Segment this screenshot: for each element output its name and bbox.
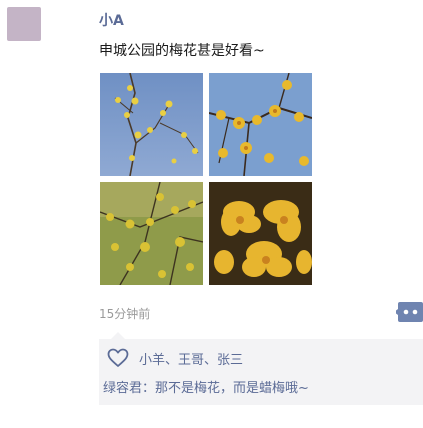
comment-author[interactable]: 绿容君 <box>103 381 142 396</box>
heart-icon <box>107 348 129 368</box>
moments-post: 小A 申城公园的梅花甚是好看~ 15分钟前 小羊、王哥、张三 绿容君：那不是梅花… <box>0 0 423 428</box>
photo-grid <box>100 73 312 285</box>
post-username[interactable]: 小A <box>99 10 124 30</box>
post-timestamp: 15分钟前 <box>99 307 151 321</box>
photo-2[interactable] <box>209 73 312 176</box>
photo-3[interactable] <box>100 182 203 285</box>
comment-text: 那不是梅花，而是蜡梅哦~ <box>155 381 309 396</box>
post-text: 申城公园的梅花甚是好看~ <box>99 43 265 59</box>
avatar[interactable] <box>7 7 41 41</box>
comment-separator: ： <box>142 381 156 396</box>
likes-row: 小羊、王哥、张三 <box>107 348 243 368</box>
photo-1[interactable] <box>100 73 203 176</box>
likers-list[interactable]: 小羊、王哥、张三 <box>139 349 243 368</box>
feedback-panel: 小羊、王哥、张三 绿容君：那不是梅花，而是蜡梅哦~ <box>99 332 423 405</box>
comment[interactable]: 绿容君：那不是梅花，而是蜡梅哦~ <box>103 377 309 396</box>
photo-4[interactable] <box>209 182 312 285</box>
more-actions-icon[interactable] <box>394 302 423 322</box>
